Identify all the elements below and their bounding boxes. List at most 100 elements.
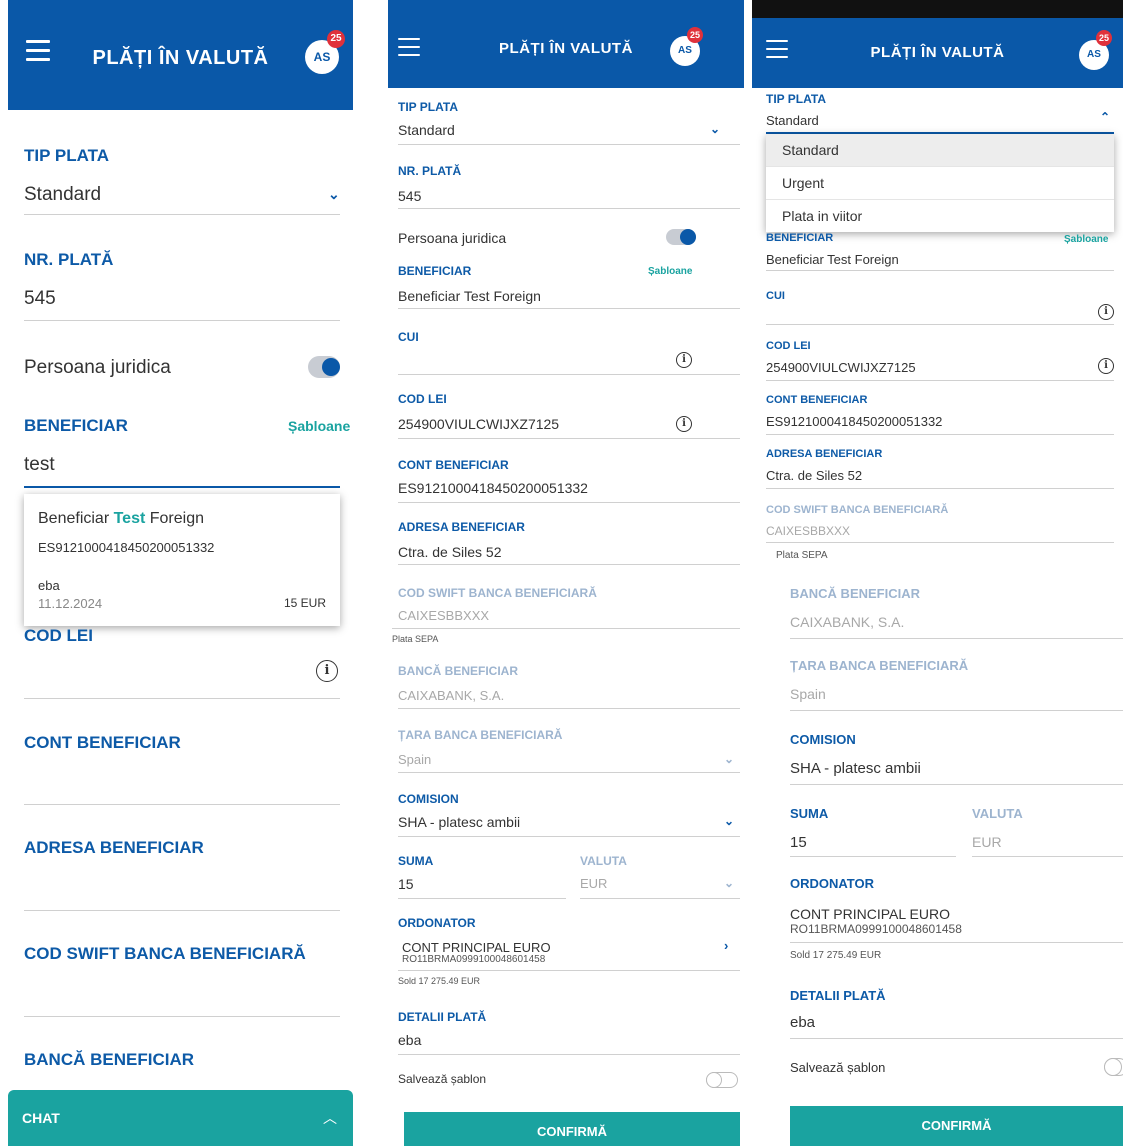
- banca-beneficiar-input: CAIXABANK, S.A.: [398, 688, 505, 703]
- ordonator-name[interactable]: CONT PRINCIPAL EURO: [790, 906, 950, 922]
- divider: [398, 708, 740, 709]
- cont-beneficiar-input[interactable]: ES9121000418450200051332: [766, 414, 942, 429]
- divider: [392, 628, 740, 629]
- suma-input[interactable]: 15: [398, 876, 414, 892]
- dropdown-option-viitor[interactable]: Plata in viitor: [766, 199, 1114, 232]
- ordonator-name[interactable]: CONT PRINCIPAL EURO: [402, 940, 551, 955]
- divider: [972, 856, 1123, 857]
- divider: [24, 320, 340, 321]
- confirm-button[interactable]: CONFIRMĂ: [790, 1106, 1123, 1146]
- ordonator-sold: Sold 17 275.49 EUR: [398, 976, 481, 986]
- cod-lei-input[interactable]: 254900VIULCWIJXZ7125: [766, 360, 916, 375]
- divider: [398, 208, 740, 209]
- detalii-input[interactable]: eba: [790, 1014, 815, 1031]
- comision-select[interactable]: SHA - platesc ambii: [398, 814, 520, 830]
- adresa-beneficiar-input[interactable]: Ctra. de Siles 52: [398, 544, 502, 560]
- dropdown-option-standard[interactable]: Standard: [766, 134, 1114, 166]
- persoana-juridica-label: Persoana juridica: [24, 357, 171, 378]
- beneficiar-label: BENEFICIAR: [398, 264, 472, 278]
- nr-plata-label: NR. PLATĂ: [24, 250, 114, 269]
- divider: [398, 1054, 740, 1055]
- banca-beneficiar-label: BANCĂ BENEFICIAR: [398, 664, 518, 678]
- divider: [24, 698, 340, 699]
- cod-swift-input: CAIXESBBXXX: [398, 608, 490, 623]
- chevron-up-icon[interactable]: ⌃: [1100, 110, 1110, 124]
- tip-plata-label: TIP PLATA: [766, 92, 826, 106]
- chevron-up-icon[interactable]: ︿: [323, 1108, 337, 1128]
- suggestion-iban: ES9121000418450200051332: [38, 540, 215, 555]
- tip-plata-select[interactable]: Standard: [24, 184, 101, 206]
- confirm-button[interactable]: CONFIRMĂ: [404, 1112, 740, 1146]
- salveaza-toggle[interactable]: [706, 1072, 738, 1088]
- cont-beneficiar-label: CONT BENEFICIAR: [24, 733, 181, 752]
- suggestion-name: Beneficiar Test Foreign: [38, 510, 205, 527]
- divider: [398, 374, 740, 375]
- divider: [766, 542, 1114, 543]
- divider: [398, 144, 740, 145]
- beneficiar-input[interactable]: Beneficiar Test Foreign: [398, 288, 541, 304]
- tip-plata-select[interactable]: Standard: [398, 122, 455, 138]
- divider: [398, 502, 740, 503]
- divider: [398, 836, 740, 837]
- chevron-down-icon[interactable]: ⌄: [328, 186, 340, 203]
- cui-label: CUI: [766, 290, 785, 302]
- dropdown-option-urgent[interactable]: Urgent: [766, 166, 1114, 199]
- info-icon[interactable]: i: [316, 660, 338, 682]
- salveaza-label: Salvează șablon: [398, 1072, 487, 1086]
- chevron-right-icon[interactable]: ›: [724, 938, 728, 953]
- persoana-juridica-toggle[interactable]: [308, 356, 340, 378]
- divider: [766, 270, 1114, 271]
- chat-bar[interactable]: CHAT ︿: [8, 1090, 353, 1146]
- page-title: PLĂȚI ÎN VALUTĂ: [870, 44, 1005, 61]
- info-icon[interactable]: i: [1098, 304, 1114, 320]
- suma-input[interactable]: 15: [790, 834, 807, 851]
- sabloane-link[interactable]: Șabloane: [1064, 234, 1108, 245]
- info-icon[interactable]: i: [1098, 358, 1114, 374]
- adresa-beneficiar-input[interactable]: Ctra. de Siles 52: [766, 468, 862, 483]
- notification-badge: 25: [687, 27, 703, 43]
- suma-label: SUMA: [398, 854, 434, 868]
- divider: [766, 380, 1114, 381]
- plata-sepa-note: Plata SEPA: [776, 550, 828, 561]
- app-header: PLĂȚI ÎN VALUTĂ AS 25: [388, 0, 744, 88]
- sabloane-link[interactable]: Șabloane: [648, 266, 692, 277]
- cod-lei-input[interactable]: 254900VIULCWIJXZ7125: [398, 416, 559, 432]
- info-icon[interactable]: i: [676, 352, 692, 368]
- tip-plata-select[interactable]: Standard: [766, 113, 819, 128]
- chevron-down-icon[interactable]: ⌄: [724, 814, 734, 828]
- chevron-down-icon[interactable]: ⌄: [710, 122, 720, 136]
- suggestion-amount: 15 EUR: [283, 596, 326, 610]
- banca-beneficiar-label: BANCĂ BENEFICIAR: [790, 586, 920, 601]
- info-icon[interactable]: i: [676, 416, 692, 432]
- valuta-label: VALUTA: [580, 854, 627, 868]
- sabloane-link[interactable]: Șabloane: [288, 418, 350, 434]
- banca-beneficiar-label: BANCĂ BENEFICIAR: [24, 1050, 194, 1069]
- beneficiar-search-input[interactable]: test: [24, 454, 55, 476]
- detalii-label: DETALII PLATĂ: [398, 1010, 487, 1024]
- cont-beneficiar-label: CONT BENEFICIAR: [398, 458, 509, 472]
- cont-beneficiar-input[interactable]: ES9121000418450200051332: [398, 480, 588, 496]
- beneficiar-label: BENEFICIAR: [766, 232, 834, 244]
- app-header: PLĂȚI ÎN VALUTĂ AS 25: [752, 18, 1123, 88]
- persoana-juridica-toggle[interactable]: [666, 229, 696, 245]
- beneficiar-input[interactable]: Beneficiar Test Foreign: [766, 252, 899, 267]
- divider: [24, 910, 340, 911]
- tara-banca-label: ȚARA BANCA BENEFICIARĂ: [398, 728, 563, 742]
- app-header: PLĂȚI ÎN VALUTĂ AS 25: [8, 0, 353, 110]
- detalii-input[interactable]: eba: [398, 1032, 421, 1048]
- tip-plata-dropdown[interactable]: Standard Urgent Plata in viitor: [766, 134, 1114, 232]
- salveaza-toggle[interactable]: [1104, 1058, 1123, 1076]
- cod-swift-input: CAIXESBBXXX: [766, 524, 851, 538]
- ordonator-iban: RO11BRMA0999100048601458: [402, 954, 546, 965]
- divider: [580, 898, 740, 899]
- divider: [398, 970, 740, 971]
- persoana-juridica-label: Persoana juridica: [398, 230, 507, 246]
- cont-beneficiar-label: CONT BENEFICIAR: [766, 394, 868, 406]
- ordonator-label: ORDONATOR: [790, 876, 875, 891]
- nr-plata-input[interactable]: 545: [24, 288, 56, 310]
- comision-select[interactable]: SHA - platesc ambii: [790, 760, 921, 777]
- beneficiary-suggestion-card[interactable]: Beneficiar Test Foreign ES91210004184502…: [24, 494, 340, 626]
- nr-plata-input[interactable]: 545: [398, 188, 421, 204]
- divider: [766, 488, 1114, 489]
- cod-lei-label: COD LEI: [24, 626, 93, 645]
